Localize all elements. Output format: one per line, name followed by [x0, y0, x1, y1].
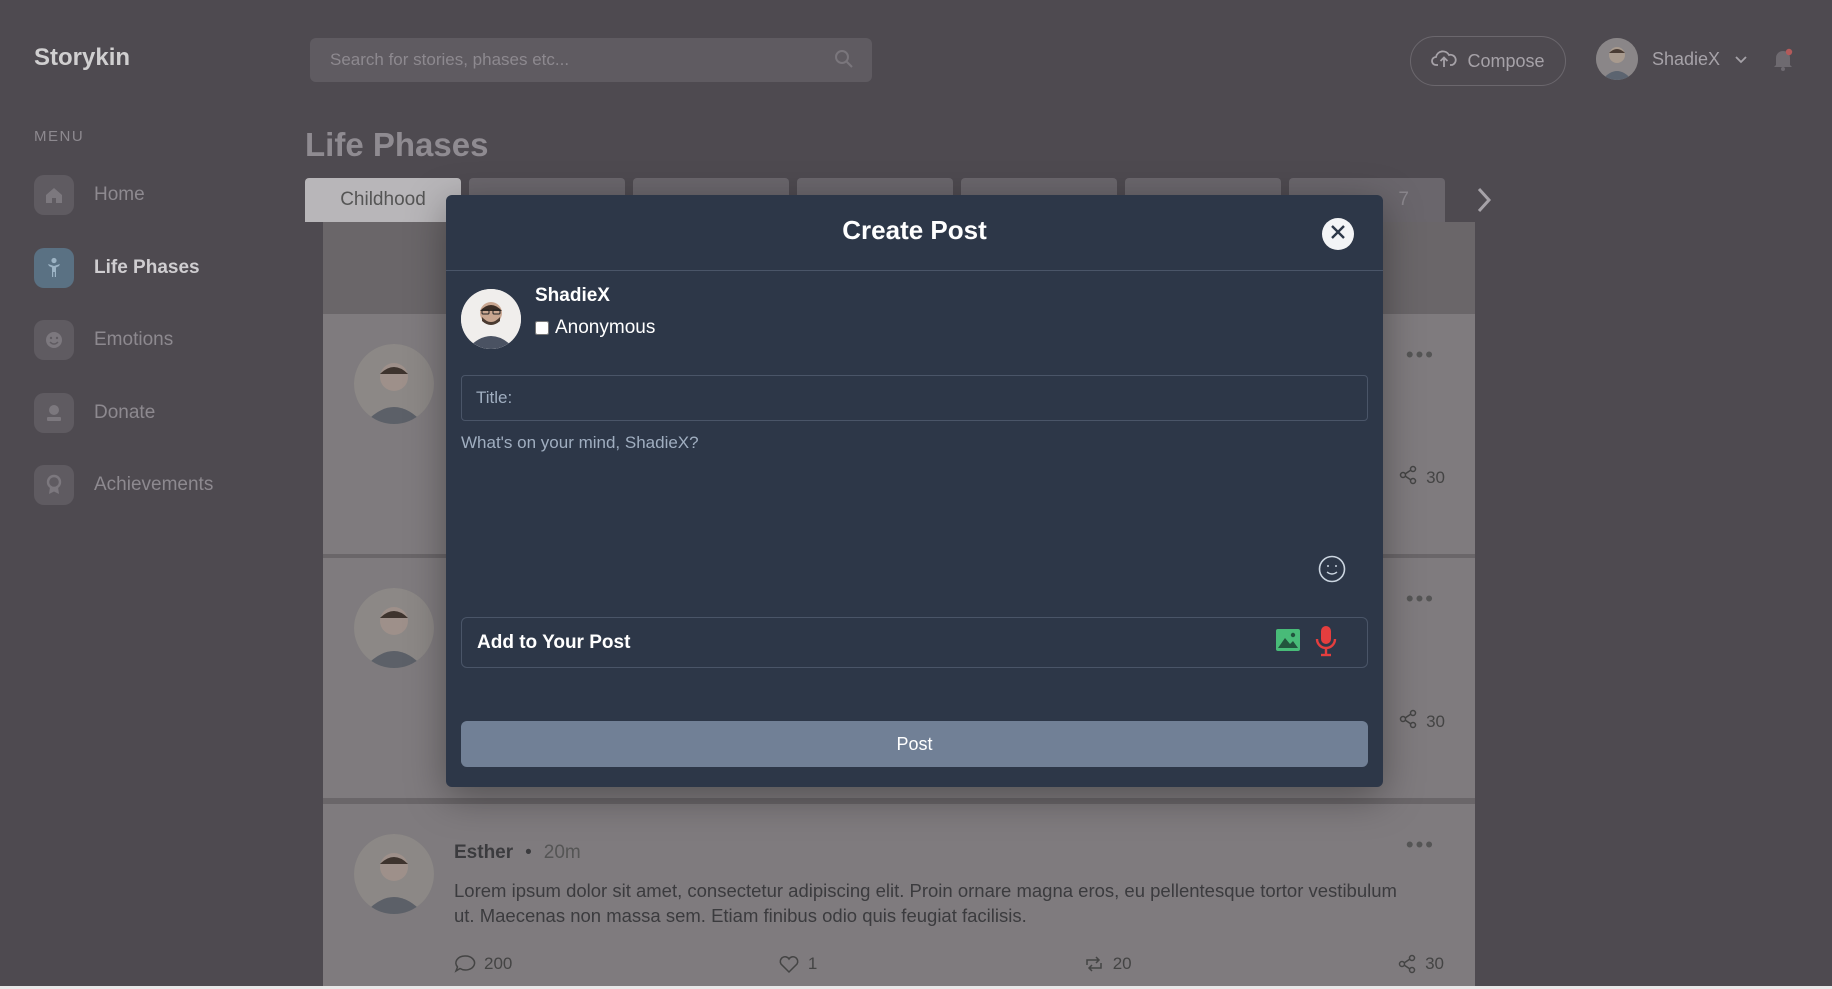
- sidebar-item-emotions[interactable]: Emotions: [34, 320, 274, 360]
- modal-title: Create Post: [842, 215, 987, 245]
- post-button[interactable]: Post: [461, 721, 1368, 767]
- emoji-icon[interactable]: [1317, 554, 1347, 589]
- notification-bell-icon[interactable]: [1772, 48, 1794, 77]
- share-icon: [1398, 465, 1418, 490]
- more-options-icon[interactable]: •••: [1406, 832, 1435, 858]
- username-label: ShadieX: [1652, 48, 1721, 69]
- chevron-down-icon: [1734, 49, 1748, 70]
- sidebar-item-label: Home: [94, 184, 145, 205]
- menu-label: MENU: [34, 128, 85, 145]
- post-author[interactable]: Esther: [454, 842, 513, 864]
- add-to-post-label: Add to Your Post: [477, 632, 631, 653]
- close-button[interactable]: [1322, 218, 1354, 250]
- post-time: 20m: [543, 842, 581, 863]
- avatar: [1596, 38, 1638, 80]
- home-icon: [34, 175, 74, 215]
- avatar[interactable]: [354, 588, 434, 668]
- share-button[interactable]: 30: [1398, 465, 1445, 490]
- user-menu[interactable]: ShadieX: [1596, 38, 1748, 80]
- comment-icon: [454, 954, 476, 974]
- title-input[interactable]: [461, 375, 1368, 421]
- tab-childhood[interactable]: Childhood: [305, 178, 461, 222]
- share-button[interactable]: 30: [1397, 954, 1444, 974]
- post-body: Lorem ipsum dolor sit amet, consectetur …: [454, 880, 1397, 926]
- top-bar: Storykin Compose ShadieX: [0, 0, 1832, 110]
- like-count: 1: [807, 954, 818, 973]
- create-post-modal: Create Post ShadieX Anonymous Add to You…: [446, 195, 1383, 787]
- sidebar-item-label: Emotions: [94, 329, 174, 350]
- modal-header: Create Post: [446, 195, 1383, 271]
- author-name: ShadieX: [535, 285, 610, 306]
- search-icon[interactable]: [834, 49, 854, 74]
- microphone-icon[interactable]: [1315, 625, 1337, 662]
- post-header: Esther • 20m: [454, 842, 581, 864]
- compose-button[interactable]: Compose: [1410, 36, 1566, 86]
- avatar[interactable]: [354, 344, 434, 424]
- anonymous-label: Anonymous: [555, 317, 656, 338]
- photo-icon[interactable]: [1275, 628, 1301, 657]
- search-bar: [310, 38, 872, 82]
- anonymous-checkbox[interactable]: [535, 321, 549, 335]
- close-icon: [1330, 224, 1346, 245]
- share-icon: [1398, 709, 1418, 734]
- repost-count: 20: [1112, 954, 1132, 973]
- share-count: 30: [1425, 954, 1444, 973]
- emotions-icon: [34, 320, 74, 360]
- app-logo[interactable]: Storykin: [34, 44, 130, 72]
- more-options-icon[interactable]: •••: [1406, 586, 1435, 612]
- post-card: Esther • 20m ••• Lorem ipsum dolor sit a…: [323, 804, 1475, 989]
- avatar[interactable]: [354, 834, 434, 914]
- avatar: [461, 289, 521, 349]
- sidebar-item-life-phases[interactable]: Life Phases: [34, 248, 274, 288]
- post-actions: 200 1 20 30: [454, 954, 1444, 974]
- add-to-post-bar: Add to Your Post: [461, 617, 1368, 668]
- comment-count: 200: [484, 954, 513, 973]
- sidebar-item-label: Achievements: [94, 474, 214, 495]
- more-options-icon[interactable]: •••: [1406, 342, 1435, 368]
- post-body-input[interactable]: [461, 433, 1368, 553]
- page-title: Life Phases: [305, 126, 489, 163]
- compose-label: Compose: [1467, 50, 1545, 71]
- anonymous-toggle[interactable]: Anonymous: [535, 317, 655, 339]
- share-button[interactable]: 30: [1398, 709, 1445, 734]
- achievements-icon: [34, 465, 74, 505]
- sidebar-item-achievements[interactable]: Achievements: [34, 465, 274, 505]
- share-icon: [1397, 954, 1417, 974]
- comment-button[interactable]: 200: [454, 954, 512, 974]
- sidebar-item-label: Donate: [94, 402, 156, 423]
- cloud-upload-icon: [1431, 49, 1458, 74]
- search-input[interactable]: [310, 38, 872, 82]
- repost-icon: [1083, 954, 1105, 974]
- share-count: 30: [1426, 711, 1445, 731]
- sidebar-item-donate[interactable]: Donate: [34, 393, 274, 433]
- life-phases-icon: [34, 248, 74, 288]
- donate-icon: [34, 393, 74, 433]
- repost-button[interactable]: 20: [1083, 954, 1132, 974]
- heart-icon: [778, 954, 800, 974]
- sidebar-item-home[interactable]: Home: [34, 175, 274, 215]
- share-count: 30: [1426, 467, 1445, 487]
- like-button[interactable]: 1: [778, 954, 817, 974]
- sidebar: MENU Home Life Phases Emotions Donate Ac…: [0, 110, 300, 989]
- separator-dot: •: [525, 842, 532, 863]
- sidebar-item-label: Life Phases: [94, 257, 200, 278]
- chevron-right-icon[interactable]: [1474, 184, 1494, 221]
